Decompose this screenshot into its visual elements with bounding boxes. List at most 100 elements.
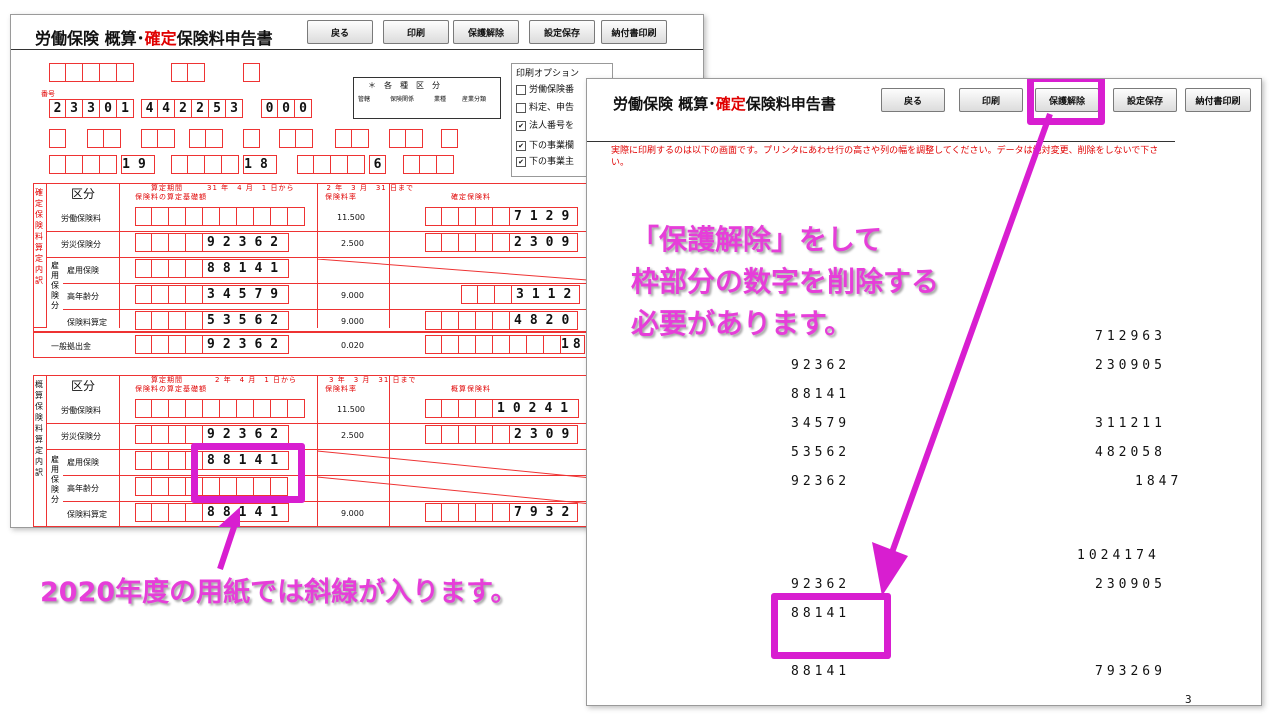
value-right: 230905 <box>1095 577 1166 592</box>
category-col: 管轄 <box>358 96 371 103</box>
value-right: 3 <box>1185 693 1196 706</box>
row-label: 高年齢分 <box>67 292 99 301</box>
print-option-item[interactable]: ✔ 法人番号を <box>516 118 574 131</box>
row-label: 一般拠出金 <box>51 342 91 351</box>
category-col: 保険関係 <box>390 96 415 103</box>
empty-cells-group <box>49 63 134 82</box>
row-label: 雇用保険 <box>67 266 99 275</box>
date-cells <box>49 155 117 174</box>
date-cells <box>297 155 365 174</box>
value-right: 712963 <box>1095 329 1166 344</box>
value-left: 88141 <box>791 664 851 679</box>
row-label: 雇用保険 <box>67 458 99 467</box>
value-right: 1024174 <box>1077 548 1160 563</box>
value-left: 34579 <box>791 416 851 431</box>
employment-side-label: 雇用保険分 <box>51 455 59 504</box>
checkbox[interactable] <box>516 84 526 95</box>
date-cells <box>171 155 239 174</box>
highlight-employment-value <box>771 593 891 659</box>
unprotect-button[interactable]: 保護解除 <box>453 20 519 44</box>
empty-cells-group <box>189 129 223 148</box>
category-title: ＊ 各 種 区 分 <box>368 81 440 90</box>
checkbox[interactable] <box>516 102 526 113</box>
empty-cells-group <box>441 129 458 148</box>
value-right: 311211 <box>1095 416 1166 431</box>
print-option-item[interactable]: 労働保険番 <box>516 82 574 95</box>
empty-cells-group <box>279 129 313 148</box>
empty-cells-group <box>87 129 121 148</box>
print-option-item[interactable]: 料定、申告 <box>516 100 574 113</box>
arrow-up-icon <box>217 507 240 570</box>
base-cells: 92362 <box>135 425 289 444</box>
rate-value: 11.500 <box>337 213 365 222</box>
row-label: 保険料算定 <box>67 318 107 327</box>
col-divider <box>119 183 120 328</box>
col-header-base: 保険料の算定基礎額 <box>135 193 207 201</box>
row-label: 労災保険分 <box>61 432 101 441</box>
value-left: 53562 <box>791 445 851 460</box>
print-slip-button[interactable]: 納付書印刷 <box>601 20 667 44</box>
form-title: 労働保険 概算･確定保険料申告書 <box>35 29 273 48</box>
category-col: 業種 <box>434 96 447 103</box>
back-button[interactable]: 戻る <box>307 20 373 44</box>
base-cells: 92362 <box>135 233 289 252</box>
empty-cells-group <box>335 129 369 148</box>
value-left: 88141 <box>791 387 851 402</box>
rate-value: 2.500 <box>341 239 364 248</box>
print-button[interactable]: 印刷 <box>383 20 449 44</box>
empty-cells-group <box>389 129 423 148</box>
col-header-premium: 確定保険料 <box>451 193 491 201</box>
value-left: 92362 <box>791 577 851 592</box>
base-cells: 92362 <box>135 335 289 354</box>
side-label: 概算保険料算定内訳 <box>35 380 43 477</box>
date-cells: 18 <box>243 155 277 174</box>
value-left: 92362 <box>791 474 851 489</box>
print-options-title: 印刷オプション <box>516 69 580 79</box>
row-label: 労災保険分 <box>61 240 101 249</box>
date-cells <box>403 155 454 174</box>
col-header-base: 保険料の算定基礎額 <box>135 385 207 393</box>
labor-insurance-number: 442253 <box>141 99 243 118</box>
base-cells <box>135 399 305 418</box>
arrow-down-icon <box>872 112 1053 596</box>
checkbox-checked[interactable]: ✔ <box>516 140 526 151</box>
empty-cells-group <box>49 129 66 148</box>
premium-cells: 2309 <box>425 233 578 252</box>
print-option-item[interactable]: ✔ 下の事業主 <box>516 154 574 167</box>
row-label: 保険料算定 <box>67 510 107 519</box>
labor-insurance-number: 23301 <box>49 99 134 118</box>
empty-cells-group <box>141 129 175 148</box>
back-button[interactable]: 戻る <box>881 88 945 112</box>
value-right: 793269 <box>1095 664 1166 679</box>
save-settings-button[interactable]: 設定保存 <box>1113 88 1177 112</box>
preview-title: 労働保険 概算･確定保険料申告書 <box>613 95 836 113</box>
print-slip-button[interactable]: 納付書印刷 <box>1185 88 1251 112</box>
row-label: 高年齢分 <box>67 484 99 493</box>
highlight-employment-cells <box>191 443 305 503</box>
number-row-labels: 番号 <box>41 90 55 98</box>
empty-cells-group <box>243 129 260 148</box>
checkbox-checked[interactable]: ✔ <box>516 156 526 167</box>
base-cells: 34579 <box>135 285 289 304</box>
save-settings-button[interactable]: 設定保存 <box>529 20 595 44</box>
print-option-item[interactable]: ✔ 下の事業欄 <box>516 138 574 151</box>
base-cells: 53562 <box>135 311 289 330</box>
category-box: ＊ 各 種 区 分 管轄 保険関係 業種 産業分類 <box>353 77 501 119</box>
category-col: 産業分類 <box>462 96 487 103</box>
premium-cells: 7129 <box>425 207 578 226</box>
kubun-label: 区分 <box>71 379 96 393</box>
empty-cells-group <box>171 63 205 82</box>
col-divider <box>119 375 120 527</box>
title-underline <box>11 49 703 50</box>
value-left: 92362 <box>791 358 851 373</box>
diagonal-callout: 2020年度の用紙では斜線が入ります。 <box>40 577 518 608</box>
value-right: 230905 <box>1095 358 1166 373</box>
row-label: 労働保険料 <box>61 406 101 415</box>
employment-side-label: 雇用保険分 <box>51 261 59 310</box>
empty-cells-group <box>243 63 260 82</box>
checkbox-checked[interactable]: ✔ <box>516 120 526 131</box>
print-button[interactable]: 印刷 <box>959 88 1023 112</box>
date-cells: 19 <box>121 155 155 174</box>
kubun-label: 区分 <box>71 187 96 201</box>
date-cells: 6 <box>369 155 386 174</box>
